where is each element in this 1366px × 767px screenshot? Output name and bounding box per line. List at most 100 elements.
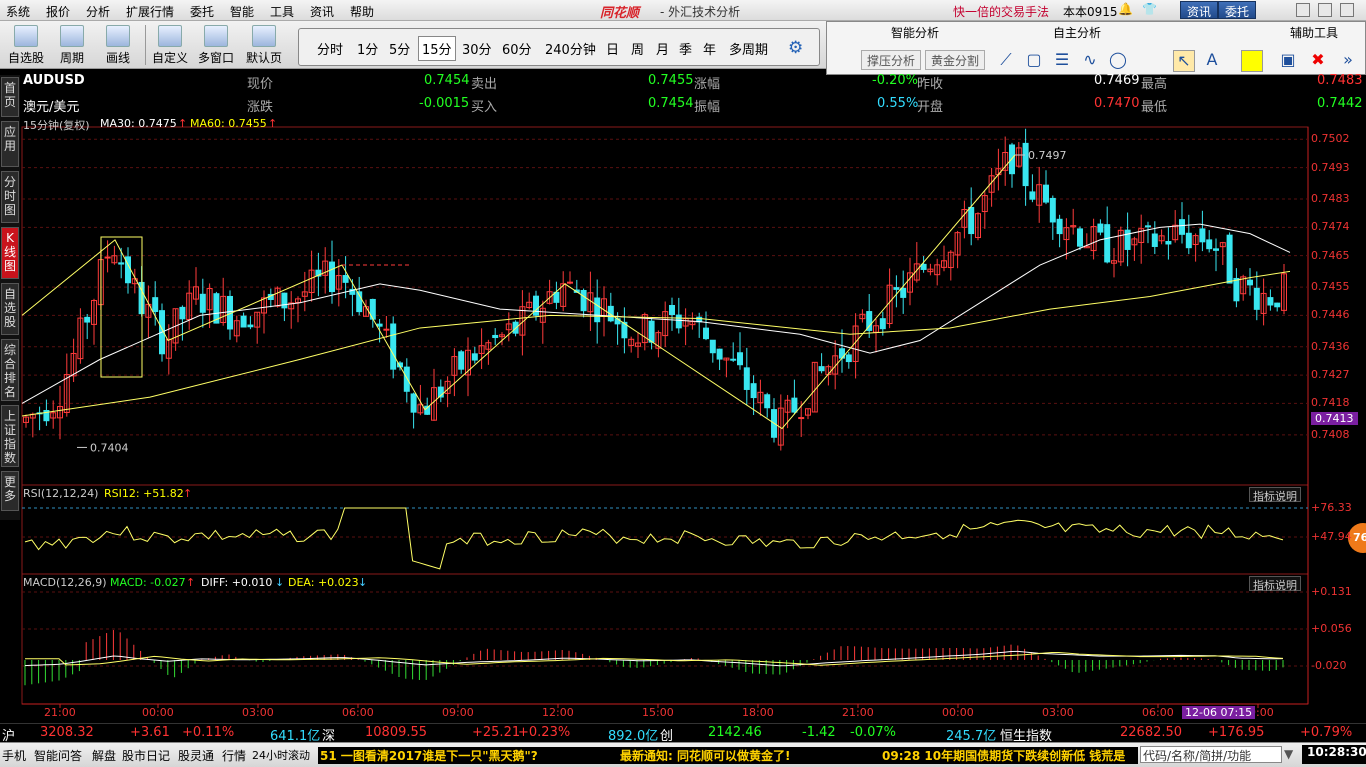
menu-trade[interactable]: 委托 (190, 3, 214, 20)
support-resistance-button[interactable]: 撑压分析 (861, 50, 922, 70)
status-24h[interactable]: 24小时滚动 (252, 747, 310, 763)
period-month[interactable]: 月 (656, 39, 669, 58)
color-swatch-icon[interactable] (1241, 50, 1263, 72)
status-quotes[interactable]: 行情 (222, 747, 246, 764)
ellipse-tool-icon[interactable]: ◯ (1107, 50, 1129, 72)
golden-section-button[interactable]: 黄金分割 (925, 50, 986, 70)
period-15min[interactable]: 15分 (418, 36, 456, 61)
candle-body (1267, 297, 1274, 306)
text-tool-icon[interactable]: ☰ (1051, 50, 1073, 72)
change-value: -0.0015 (419, 96, 470, 111)
menu-smart[interactable]: 智能 (230, 3, 254, 20)
draw-line-button[interactable]: 画线 (98, 23, 138, 67)
dropdown-icon[interactable]: ▼ (1284, 747, 1293, 761)
pointer-icon[interactable]: ↖ (1173, 50, 1195, 72)
macd-help-button[interactable]: 指标说明 (1249, 576, 1301, 592)
trade-button[interactable]: 委托 (1218, 1, 1257, 19)
amp-label: 振幅 (694, 100, 721, 115)
search-input[interactable]: 代码/名称/简拼/功能 (1140, 746, 1282, 763)
minimize-icon[interactable] (1296, 3, 1310, 17)
account-name[interactable]: 本本0915 (1063, 3, 1118, 20)
candle-body (1206, 239, 1213, 250)
symbol-name: 澳元/美元 (23, 100, 80, 115)
candle-body (716, 348, 723, 360)
period-timeshare[interactable]: 分时 (317, 39, 343, 58)
time-tick-label: 06:00 (1142, 706, 1174, 719)
price-tick-label: 0.7427 (1311, 368, 1350, 382)
line-tool-icon[interactable]: ⟋ (995, 50, 1017, 72)
time-cursor-label: 12-06 07:15 (1182, 706, 1256, 719)
rect-tool-icon[interactable]: ▢ (1023, 50, 1045, 72)
period-60min[interactable]: 60分 (502, 39, 532, 58)
price-tick-label: 0.7446 (1311, 308, 1350, 322)
news-ticker[interactable]: 51 一图看清2017谁是下一只"黑天鹅"? (318, 747, 608, 764)
status-diary[interactable]: 股市日记 (122, 747, 170, 764)
candle-body (104, 256, 111, 259)
tab-ranking[interactable]: 综合排名 (1, 339, 19, 401)
period-multi[interactable]: 多周期 (729, 39, 768, 58)
tab-more[interactable]: 更多 (1, 471, 19, 511)
low-value: 0.7442 (1317, 96, 1363, 111)
menu-tools[interactable]: 工具 (270, 3, 294, 20)
menu-system[interactable]: 系统 (6, 3, 30, 20)
hs-index[interactable]: 22682.50 (1120, 725, 1182, 740)
candle-body (118, 262, 125, 265)
news-ticker-2[interactable]: 09:28 10年期国债期货下跌续创新低 钱荒是 (872, 747, 1138, 764)
candle-body (199, 293, 206, 313)
tab-kline[interactable]: K线图 (1, 227, 19, 279)
status-stockspirit[interactable]: 股灵通 (178, 747, 214, 764)
maximize-icon[interactable] (1318, 3, 1332, 17)
sh-index[interactable]: 3208.32 (40, 725, 94, 740)
bell-icon[interactable]: 🔔 (1118, 2, 1133, 16)
sz-index[interactable]: 10809.55 (365, 725, 427, 740)
price-tick-label: 0.7408 (1311, 427, 1350, 441)
close-icon[interactable] (1340, 3, 1354, 17)
wave-tool-icon[interactable]: ∿ (1079, 50, 1101, 72)
more-icon[interactable]: » (1337, 50, 1359, 72)
period-year[interactable]: 年 (703, 39, 716, 58)
notice-ticker[interactable]: 最新通知: 同花顺可以做黄金了! (608, 747, 872, 764)
menu-analysis[interactable]: 分析 (86, 3, 110, 20)
gear-icon[interactable]: ⚙ (788, 38, 803, 58)
period-week[interactable]: 周 (631, 39, 644, 58)
promo-link[interactable]: 快一倍的交易手法 (953, 3, 1049, 20)
tab-sh-index[interactable]: 上证指数 (1, 405, 19, 467)
multiwindow-button[interactable]: 多窗口 (194, 23, 238, 67)
menu-help[interactable]: 帮助 (350, 3, 374, 20)
news-button[interactable]: 资讯 (1180, 1, 1219, 19)
watchlist-button[interactable]: 自选股 (6, 23, 46, 67)
candle-body (383, 328, 390, 331)
default-page-button[interactable]: 默认页 (242, 23, 286, 67)
candle-body (709, 339, 716, 354)
candle-body (342, 275, 349, 283)
tab-watchlist[interactable]: 自选股 (1, 283, 19, 335)
status-mobile[interactable]: 手机 (2, 747, 26, 764)
status-qa[interactable]: 智能问答 (34, 747, 82, 764)
period-day[interactable]: 日 (606, 39, 619, 58)
period-5min[interactable]: 5分 (389, 39, 410, 58)
clock: 10:28:30 (1302, 745, 1366, 764)
chart-canvas[interactable]: 0.7497 0.7404 (0, 0, 1366, 767)
period-quarter[interactable]: 季 (679, 39, 692, 58)
period-240min[interactable]: 240分钟 (545, 39, 596, 58)
save-icon[interactable]: ▣ (1277, 50, 1299, 72)
font-icon[interactable]: A (1201, 50, 1223, 72)
cy-index[interactable]: 2142.46 (708, 725, 762, 740)
delete-icon[interactable]: ✖ (1307, 50, 1329, 72)
period-button[interactable]: 周期 (52, 23, 92, 67)
smart-analysis-label: 智能分析 (891, 26, 940, 40)
status-analysis[interactable]: 解盘 (92, 747, 116, 764)
custom-button[interactable]: 自定义 (150, 23, 190, 67)
period-30min[interactable]: 30分 (462, 39, 492, 58)
tab-apps[interactable]: 应用 (1, 121, 19, 167)
candle-body (669, 304, 675, 316)
tab-timeshare[interactable]: 分时图 (1, 171, 19, 223)
menu-quote[interactable]: 报价 (46, 3, 70, 20)
shirt-icon[interactable]: 👕 (1142, 2, 1157, 16)
macd-arrow-icon: ↑ (186, 576, 196, 589)
menu-extended[interactable]: 扩展行情 (126, 3, 174, 20)
tab-home[interactable]: 首页 (1, 77, 19, 117)
menu-info[interactable]: 资讯 (310, 3, 334, 20)
rsi-help-button[interactable]: 指标说明 (1249, 487, 1301, 503)
period-1min[interactable]: 1分 (357, 39, 378, 58)
